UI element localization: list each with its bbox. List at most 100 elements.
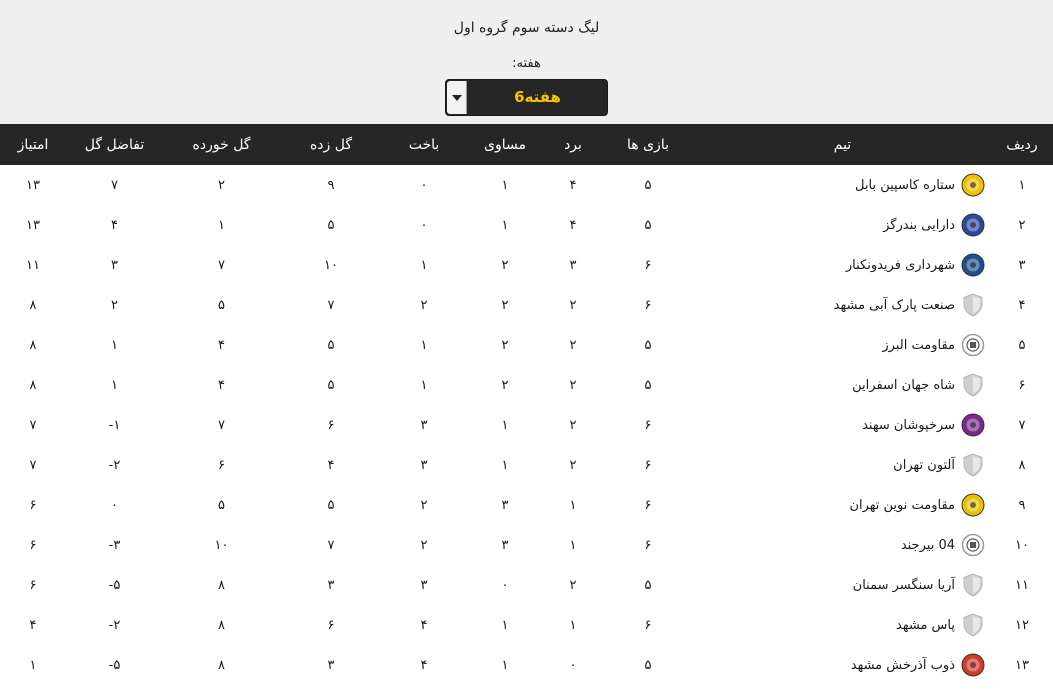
drawn-cell: ۲: [501, 257, 509, 273]
team-name[interactable]: دارایی بندرگز: [883, 218, 955, 233]
team-name[interactable]: شهرداری فریدونکنار: [846, 258, 955, 273]
goal-diff-cell: ۷: [111, 177, 118, 193]
dropdown-arrow-button[interactable]: [447, 81, 467, 114]
team-name[interactable]: سرخپوشان سهند: [862, 418, 955, 433]
goals-against-cell: ۵: [218, 297, 225, 313]
team-name[interactable]: پاس مشهد: [896, 618, 955, 633]
points-cell: ۶: [29, 537, 37, 553]
goals-for-cell: ۵: [327, 337, 335, 353]
goals-against-cell: ۲: [218, 177, 225, 193]
team-wrap: ستاره کاسپین بابل: [694, 173, 991, 197]
blue-crest-icon: [961, 213, 985, 237]
team-cell: 04 بیرجند: [694, 525, 991, 565]
table-row[interactable]: ۷ سرخپوشان سهند ۶ ۲ ۱ ۳ ۶ ۷ ۱- ۷: [0, 405, 1053, 445]
lost-cell: ۲: [420, 297, 428, 313]
goals-against-cell: ۱۰: [214, 537, 229, 553]
won-cell: ۳: [569, 257, 577, 273]
team-name[interactable]: مقاومت نوین تهران: [849, 498, 955, 513]
won-cell: ۲: [569, 577, 577, 593]
team-cell: ستاره کاسپین بابل: [694, 165, 991, 205]
week-label: هفته:: [512, 56, 541, 71]
col-drawn: مساوی: [484, 136, 526, 153]
lost-cell: ۱: [420, 377, 428, 393]
played-cell: ۵: [644, 657, 652, 673]
goal-diff-cell: ۴: [111, 217, 118, 233]
played-cell: ۵: [644, 217, 652, 233]
goal-diff-cell: ۱: [111, 377, 118, 393]
team-cell: آلتون تهران: [694, 445, 991, 485]
drawn-cell: ۱: [501, 457, 509, 473]
goals-against-cell: ۷: [218, 257, 225, 273]
table-row[interactable]: ۶ شاه جهان اسفراین ۵ ۲ ۲ ۱ ۵ ۴ ۱ ۸: [0, 365, 1053, 405]
standings-table: ردیف تیم بازی ها برد مساوی باخت گل زده گ…: [0, 124, 1053, 685]
goals-for-cell: ۹: [327, 177, 335, 193]
goal-diff-cell: ۵-: [108, 657, 121, 673]
team-wrap: سرخپوشان سهند: [694, 413, 991, 437]
col-team: تیم: [833, 136, 852, 153]
rank-cell: ۶: [1018, 377, 1026, 393]
blue-gold-crest-icon: [961, 253, 985, 277]
team-wrap: آریا سنگسر سمنان: [694, 573, 991, 597]
table-row[interactable]: ۱۱ آریا سنگسر سمنان ۵ ۲ ۰ ۳ ۳ ۸ ۵- ۶: [0, 565, 1053, 605]
drawn-cell: ۳: [501, 497, 509, 513]
goal-diff-cell: ۱: [111, 337, 118, 353]
won-cell: ۲: [569, 457, 577, 473]
team-cell: صنعت پارک آبی مشهد: [694, 285, 991, 325]
rank-cell: ۱۲: [1015, 617, 1029, 633]
table-row[interactable]: ۱ ستاره کاسپین بابل ۵ ۴ ۱ ۰ ۹ ۲ ۷ ۱۳: [0, 165, 1053, 205]
table-row[interactable]: ۱۰ 04 بیرجند ۶ ۱ ۳ ۲ ۷ ۱۰ ۳- ۶: [0, 525, 1053, 565]
table-row[interactable]: ۸ آلتون تهران ۶ ۲ ۱ ۳ ۴ ۶ ۲- ۷: [0, 445, 1053, 485]
table-row[interactable]: ۱۲ پاس مشهد ۶ ۱ ۱ ۴ ۶ ۸ ۲- ۴: [0, 605, 1053, 645]
played-cell: ۶: [644, 257, 652, 273]
table-row[interactable]: ۴ صنعت پارک آبی مشهد ۶ ۲ ۲ ۲ ۷ ۵ ۲ ۸: [0, 285, 1053, 325]
goals-for-cell: ۶: [327, 617, 335, 633]
rank-cell: ۸: [1018, 457, 1026, 473]
played-cell: ۶: [644, 417, 652, 433]
goal-diff-cell: ۳: [111, 257, 118, 273]
table-header-row: ردیف تیم بازی ها برد مساوی باخت گل زده گ…: [0, 124, 1053, 165]
week-select[interactable]: هفته6: [445, 79, 608, 116]
goals-for-cell: ۷: [327, 297, 335, 313]
won-cell: ۱: [569, 617, 577, 633]
team-name[interactable]: شاه جهان اسفراین: [852, 378, 955, 393]
col-goals-against: گل خورده: [192, 136, 251, 153]
table-row[interactable]: ۳ شهرداری فریدونکنار ۶ ۳ ۲ ۱ ۱۰ ۷ ۳ ۱۱: [0, 245, 1053, 285]
lost-cell: ۳: [420, 577, 428, 593]
team-name[interactable]: آلتون تهران: [893, 458, 955, 473]
played-cell: ۶: [644, 457, 652, 473]
team-wrap: مقاومت نوین تهران: [694, 493, 991, 517]
goals-against-cell: ۸: [218, 577, 225, 593]
team-name[interactable]: 04 بیرجند: [901, 538, 955, 553]
table-row[interactable]: ۹ مقاومت نوین تهران ۶ ۱ ۳ ۲ ۵ ۵ ۰ ۶: [0, 485, 1053, 525]
team-name[interactable]: صنعت پارک آبی مشهد: [834, 298, 955, 313]
table-row[interactable]: ۲ دارایی بندرگز ۵ ۴ ۱ ۰ ۵ ۱ ۴ ۱۳: [0, 205, 1053, 245]
team-cell: مقاومت البرز: [694, 325, 991, 365]
col-goal-diff: تفاضل گل: [84, 136, 145, 153]
goal-diff-cell: ۲-: [108, 457, 121, 473]
team-name[interactable]: ذوب آذرخش مشهد: [851, 658, 955, 673]
team-name[interactable]: ستاره کاسپین بابل: [855, 178, 955, 193]
team-wrap: مقاومت البرز: [694, 333, 991, 357]
team-wrap: پاس مشهد: [694, 613, 991, 637]
points-cell: ۸: [29, 297, 37, 313]
drawn-cell: ۱: [501, 617, 509, 633]
team-wrap: شهرداری فریدونکنار: [694, 253, 991, 277]
goals-against-cell: ۸: [218, 657, 225, 673]
table-row[interactable]: ۱۳ ذوب آذرخش مشهد ۵ ۰ ۱ ۴ ۳ ۸ ۵- ۱: [0, 645, 1053, 685]
drawn-cell: ۲: [501, 377, 509, 393]
yellow-sun-crest-icon: [961, 493, 985, 517]
table-row[interactable]: ۵ مقاومت البرز ۵ ۲ ۲ ۱ ۵ ۴ ۱ ۸: [0, 325, 1053, 365]
team-cell: شهرداری فریدونکنار: [694, 245, 991, 285]
rank-cell: ۱۳: [1015, 657, 1029, 673]
table-body: ۱ ستاره کاسپین بابل ۵ ۴ ۱ ۰ ۹ ۲ ۷ ۱۳ ۲ دارایی بندرگ…: [0, 165, 1053, 685]
lost-cell: ۳: [420, 417, 428, 433]
team-name[interactable]: مقاومت البرز: [882, 338, 955, 353]
col-won: برد: [564, 136, 582, 153]
default-shield-icon: [961, 573, 985, 597]
points-cell: ۶: [29, 577, 37, 593]
won-cell: ۴: [569, 177, 577, 193]
team-name[interactable]: آریا سنگسر سمنان: [853, 578, 955, 593]
goals-for-cell: ۵: [327, 217, 335, 233]
played-cell: ۵: [644, 377, 652, 393]
red-purple-crest-icon: [961, 413, 985, 437]
